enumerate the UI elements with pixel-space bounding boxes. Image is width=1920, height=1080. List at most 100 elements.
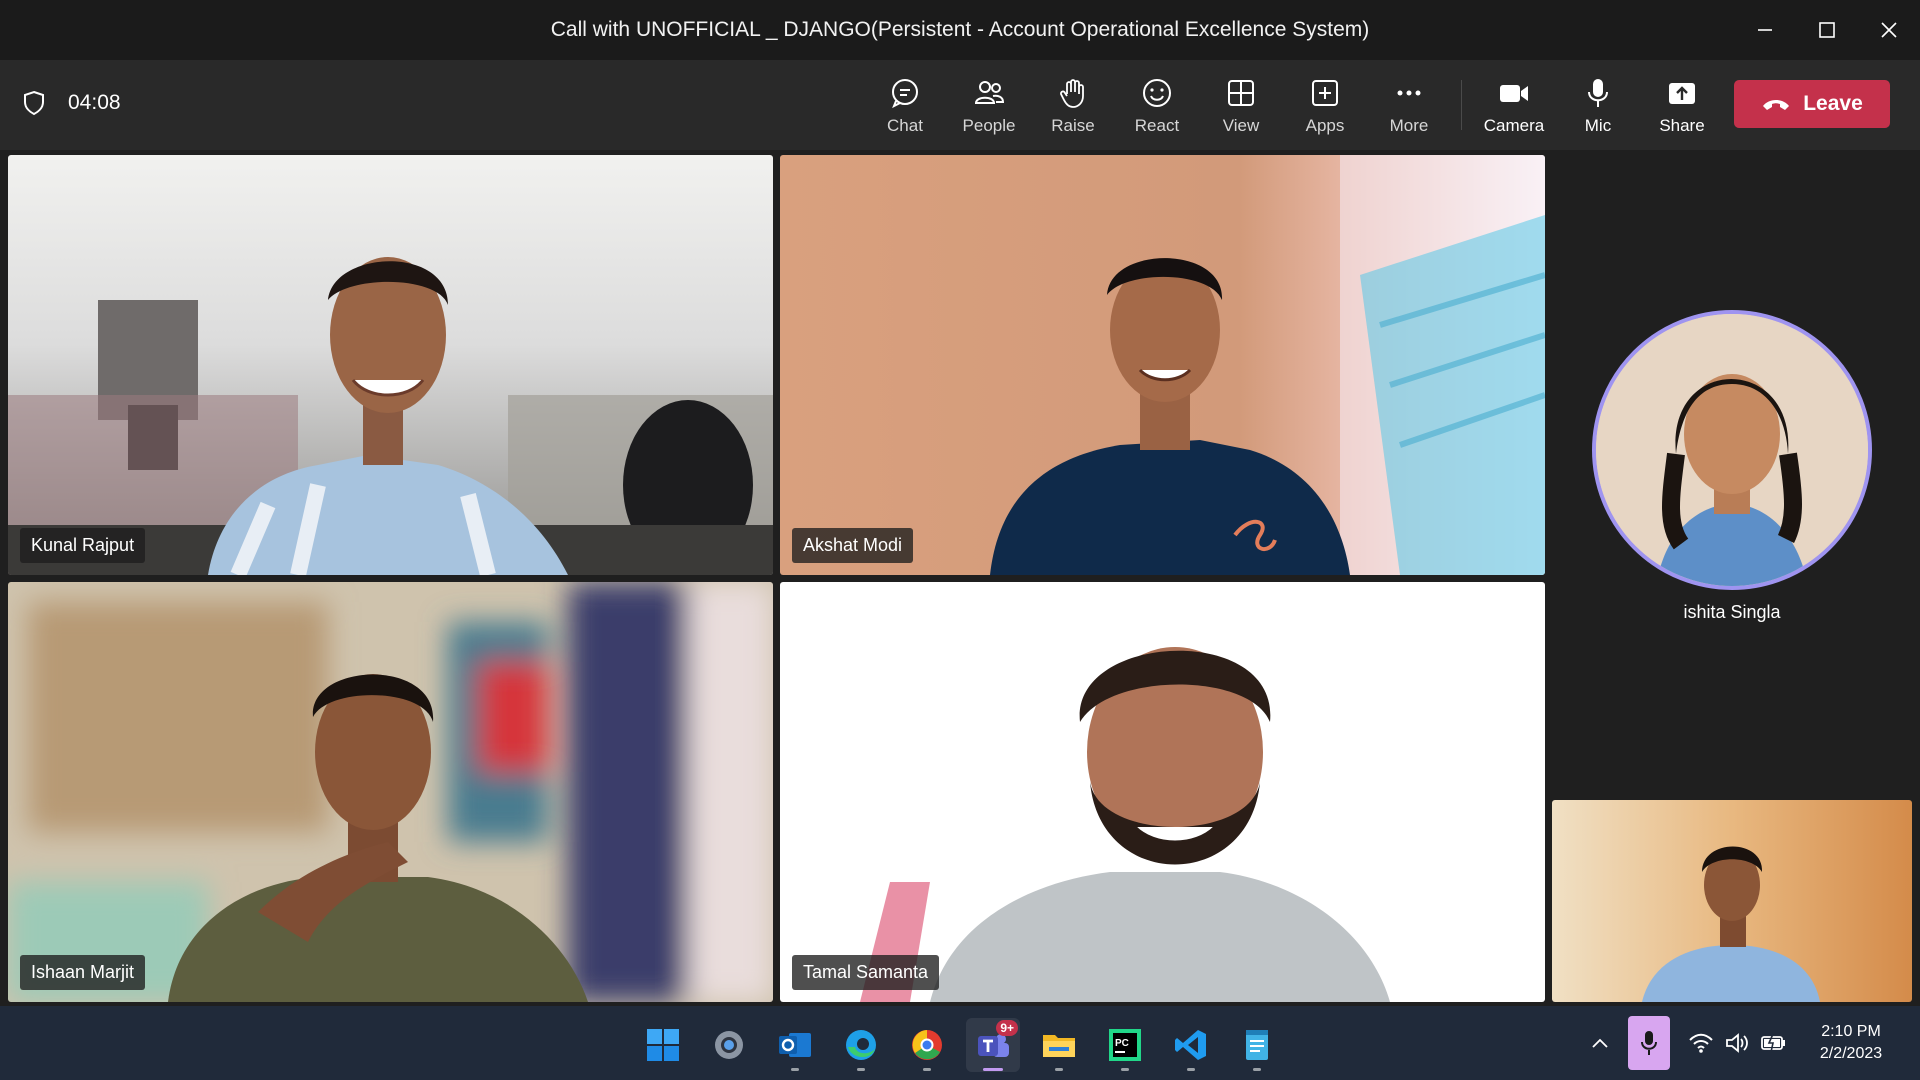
running-indicator bbox=[1121, 1068, 1129, 1071]
running-indicator bbox=[1187, 1068, 1195, 1071]
taskbar-outlook[interactable] bbox=[768, 1018, 822, 1072]
taskbar-chrome[interactable] bbox=[900, 1018, 954, 1072]
more-label: More bbox=[1389, 116, 1429, 135]
active-indicator bbox=[983, 1068, 1003, 1071]
self-view-tile[interactable] bbox=[1552, 800, 1912, 1002]
edge-icon bbox=[846, 1030, 876, 1060]
avatar-photo bbox=[1596, 314, 1868, 586]
taskbar-edge[interactable] bbox=[834, 1018, 888, 1072]
participant-name: Akshat Modi bbox=[792, 528, 914, 563]
window-title: Call with UNOFFICIAL _ DJANGO(Persistent… bbox=[550, 18, 1370, 41]
taskbar-teams[interactable]: 9+ bbox=[966, 1018, 1020, 1072]
running-indicator bbox=[857, 1068, 865, 1071]
vscode-icon bbox=[1175, 1030, 1206, 1060]
people-button[interactable]: People bbox=[947, 72, 1031, 138]
close-button[interactable] bbox=[1858, 0, 1920, 60]
start-button[interactable] bbox=[636, 1018, 690, 1072]
windows-start-icon bbox=[647, 1029, 679, 1061]
toolbar-actions: Chat People Raise React View Apps More C… bbox=[863, 72, 1724, 138]
timer-label: 04:08 bbox=[68, 91, 121, 114]
chat-icon bbox=[892, 79, 918, 109]
avatar bbox=[1592, 310, 1872, 590]
pycharm-icon: PC bbox=[1109, 1029, 1141, 1061]
view-icon bbox=[1228, 80, 1254, 106]
taskbar-clock[interactable]: 2:10 PM 2/2/2023 bbox=[1796, 1021, 1906, 1065]
apps-label: Apps bbox=[1305, 116, 1345, 135]
self-video-feed bbox=[1552, 800, 1912, 1002]
microphone-icon bbox=[1641, 1031, 1657, 1055]
apps-button[interactable]: Apps bbox=[1283, 72, 1367, 138]
running-indicator bbox=[1253, 1068, 1261, 1071]
avatar-tile-ishita[interactable]: ishita Singla bbox=[1592, 310, 1872, 650]
minimize-icon bbox=[1758, 29, 1772, 31]
camera-icon bbox=[1500, 85, 1528, 102]
video-feed bbox=[780, 582, 1545, 1002]
wifi-icon bbox=[1689, 1033, 1713, 1053]
minimize-button[interactable] bbox=[1734, 0, 1796, 60]
video-feed bbox=[8, 582, 773, 1002]
participant-name: Kunal Rajput bbox=[20, 528, 146, 563]
title-bar: Call with UNOFFICIAL _ DJANGO(Persistent… bbox=[0, 0, 1920, 60]
taskbar-settings[interactable] bbox=[702, 1018, 756, 1072]
raise-hand-button[interactable]: Raise bbox=[1031, 72, 1115, 138]
toolbar-divider bbox=[1461, 80, 1462, 130]
video-tile-akshat[interactable]: Akshat Modi bbox=[780, 155, 1545, 575]
system-tray: 2:10 PM 2/2/2023 bbox=[1582, 1006, 1920, 1080]
mic-label: Mic bbox=[1584, 116, 1612, 135]
taskbar-apps: 9+ PC bbox=[636, 1018, 1284, 1072]
clock-time: 2:10 PM bbox=[1821, 1023, 1881, 1040]
running-indicator bbox=[1055, 1068, 1063, 1071]
leave-button[interactable]: Leave bbox=[1734, 80, 1890, 128]
mic-in-use-indicator[interactable] bbox=[1628, 1016, 1670, 1070]
running-indicator bbox=[923, 1068, 931, 1071]
view-label: View bbox=[1222, 116, 1260, 135]
meeting-toolbar: 04:08 Chat People Raise React View Apps bbox=[0, 60, 1920, 150]
react-button[interactable]: React bbox=[1115, 72, 1199, 138]
taskbar-vscode[interactable] bbox=[1164, 1018, 1218, 1072]
share-button[interactable]: Share bbox=[1640, 72, 1724, 138]
react-icon bbox=[1143, 79, 1171, 107]
participant-name: Ishaan Marjit bbox=[20, 955, 146, 990]
camera-button[interactable]: Camera bbox=[1472, 72, 1556, 138]
windows-taskbar: 9+ PC 2:10 PM 2/2/2023 bbox=[0, 1006, 1920, 1080]
taskbar-notepad[interactable] bbox=[1230, 1018, 1284, 1072]
taskbar-file-explorer[interactable] bbox=[1032, 1018, 1086, 1072]
view-button[interactable]: View bbox=[1199, 72, 1283, 138]
camera-label: Camera bbox=[1483, 116, 1545, 135]
video-feed bbox=[8, 155, 773, 575]
shield-icon bbox=[24, 90, 44, 116]
svg-text:PC: PC bbox=[1115, 1038, 1129, 1049]
window-controls bbox=[1734, 0, 1920, 60]
hang-up-icon bbox=[1763, 100, 1790, 110]
quick-settings-button[interactable] bbox=[1680, 1032, 1796, 1054]
video-tile-kunal[interactable]: Kunal Rajput bbox=[8, 155, 773, 575]
clock-date: 2/2/2023 bbox=[1819, 1045, 1883, 1062]
more-button[interactable]: More bbox=[1367, 72, 1451, 138]
chrome-icon bbox=[912, 1030, 942, 1060]
participant-name: Tamal Samanta bbox=[792, 955, 940, 990]
teams-badge: 9+ bbox=[996, 1020, 1018, 1036]
video-tile-ishaan[interactable]: Ishaan Marjit bbox=[8, 582, 773, 1002]
apps-icon bbox=[1312, 80, 1338, 106]
volume-icon bbox=[1726, 1033, 1748, 1053]
chat-label: Chat bbox=[887, 116, 923, 135]
video-tile-tamal[interactable]: Tamal Samanta bbox=[780, 582, 1545, 1002]
show-hidden-icons-button[interactable] bbox=[1582, 1037, 1618, 1049]
share-icon bbox=[1669, 83, 1695, 104]
video-stage: Kunal Rajput Akshat Modi Ishaan Marjit T… bbox=[0, 150, 1920, 1006]
more-icon bbox=[1397, 90, 1421, 96]
battery-charging-icon bbox=[1761, 1033, 1785, 1053]
react-label: React bbox=[1134, 116, 1180, 135]
mic-button[interactable]: Mic bbox=[1556, 72, 1640, 138]
meeting-timer: 04:08 bbox=[22, 90, 121, 116]
maximize-button[interactable] bbox=[1796, 0, 1858, 60]
taskbar-pycharm[interactable]: PC bbox=[1098, 1018, 1152, 1072]
settings-icon bbox=[715, 1031, 743, 1059]
mic-icon bbox=[1588, 79, 1608, 107]
people-label: People bbox=[962, 116, 1016, 135]
maximize-icon bbox=[1819, 22, 1835, 38]
chevron-up-icon bbox=[1592, 1038, 1608, 1048]
running-indicator bbox=[791, 1068, 799, 1071]
share-label: Share bbox=[1659, 116, 1705, 135]
chat-button[interactable]: Chat bbox=[863, 72, 947, 138]
